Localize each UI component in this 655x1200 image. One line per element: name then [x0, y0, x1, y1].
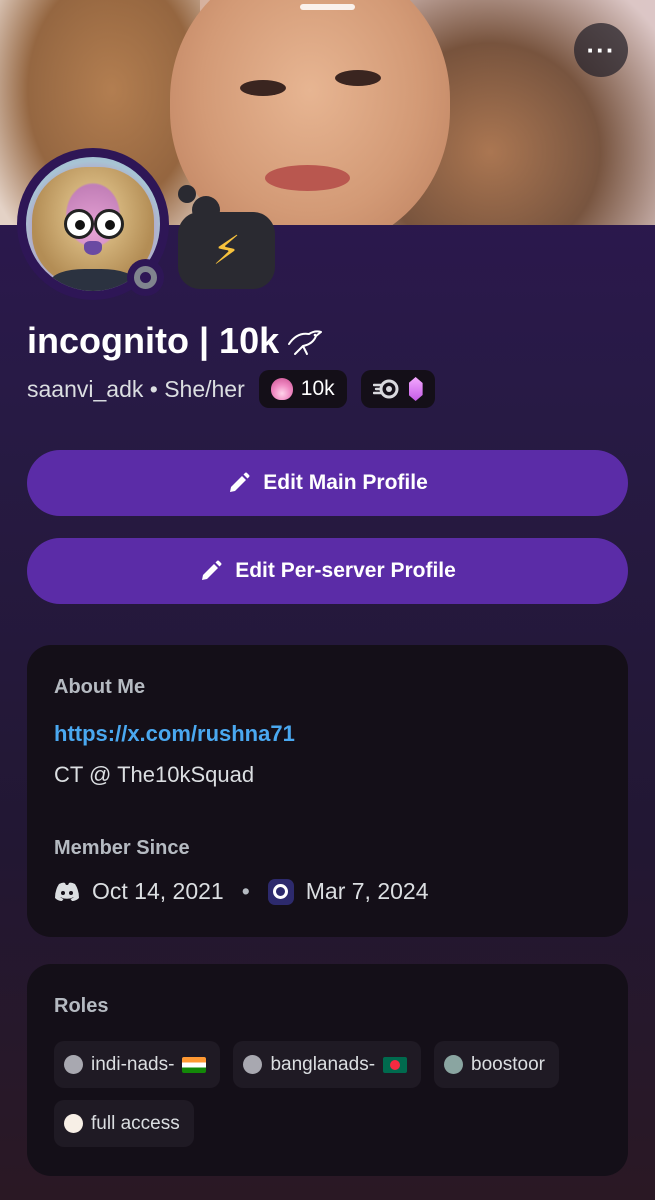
bangladesh-flag-icon	[383, 1056, 408, 1073]
username-pronouns: saanvi_adk • She/her	[27, 376, 245, 403]
bird-icon	[288, 330, 323, 355]
about-me-link[interactable]: https://x.com/rushna71	[54, 721, 295, 747]
flame-icon	[270, 378, 293, 400]
india-flag-icon	[182, 1056, 207, 1073]
roles-list: indi-nads- banglanads- boostoor full acc…	[54, 1041, 614, 1147]
separator-dot: •	[241, 878, 250, 904]
role-name: banglanads-	[270, 1053, 376, 1075]
drag-handle[interactable]	[300, 4, 355, 10]
discord-join-date: Oct 14, 2021	[92, 878, 224, 904]
role-chip[interactable]: banglanads-	[233, 1041, 422, 1088]
more-options-button[interactable]: ···	[574, 23, 628, 77]
roles-card: Roles indi-nads- banglanads- boostoor fu…	[27, 964, 628, 1176]
edit-main-profile-button[interactable]: Edit Main Profile	[27, 450, 628, 516]
role-color-dot	[444, 1055, 464, 1074]
server-join-date: Mar 7, 2024	[305, 878, 429, 904]
role-color-dot	[243, 1055, 263, 1074]
pronouns: She/her	[164, 375, 245, 402]
separator-dot: •	[149, 375, 158, 402]
custom-status-bubble[interactable]: ⚡	[178, 212, 275, 289]
server-icon	[267, 878, 294, 905]
nitro-swirl-icon[interactable]	[372, 378, 401, 400]
display-name-row: incognito | 10k	[27, 320, 325, 362]
role-color-dot	[64, 1114, 83, 1133]
member-since-row: Oct 14, 2021 • Mar 7, 2024	[54, 878, 429, 905]
pencil-icon	[230, 472, 250, 492]
gem-icon[interactable]	[408, 377, 423, 401]
username: saanvi_adk	[27, 375, 144, 402]
role-chip[interactable]: full access	[54, 1100, 194, 1147]
role-color-dot	[64, 1055, 83, 1074]
status-bubble-dot-small	[178, 185, 196, 203]
profile-badges[interactable]	[360, 370, 435, 408]
offline-status-icon	[127, 259, 164, 296]
role-name: indi-nads-	[91, 1053, 175, 1075]
guild-tag-label: 10k	[300, 377, 335, 400]
guild-tag-badge[interactable]: 10k	[258, 370, 347, 408]
edit-main-profile-label: Edit Main Profile	[263, 471, 428, 494]
about-me-card: About Me https://x.com/rushna71 CT @ The…	[27, 645, 628, 937]
edit-per-server-profile-button[interactable]: Edit Per-server Profile	[27, 538, 628, 604]
about-me-text: CT @ The10kSquad	[54, 762, 255, 787]
role-chip[interactable]: boostoor	[434, 1041, 559, 1088]
member-since-heading: Member Since	[54, 837, 190, 859]
display-name: incognito | 10k	[27, 320, 280, 361]
pencil-icon	[202, 560, 222, 580]
role-chip[interactable]: indi-nads-	[54, 1041, 221, 1088]
about-me-heading: About Me	[54, 676, 146, 698]
lightning-emoji: ⚡	[212, 228, 241, 273]
role-name: full access	[91, 1112, 180, 1134]
roles-heading: Roles	[54, 995, 109, 1017]
discord-icon	[55, 882, 79, 901]
username-row: saanvi_adk • She/her 10k	[27, 370, 435, 408]
role-name: boostoor	[471, 1053, 545, 1075]
edit-per-server-profile-label: Edit Per-server Profile	[235, 559, 456, 582]
